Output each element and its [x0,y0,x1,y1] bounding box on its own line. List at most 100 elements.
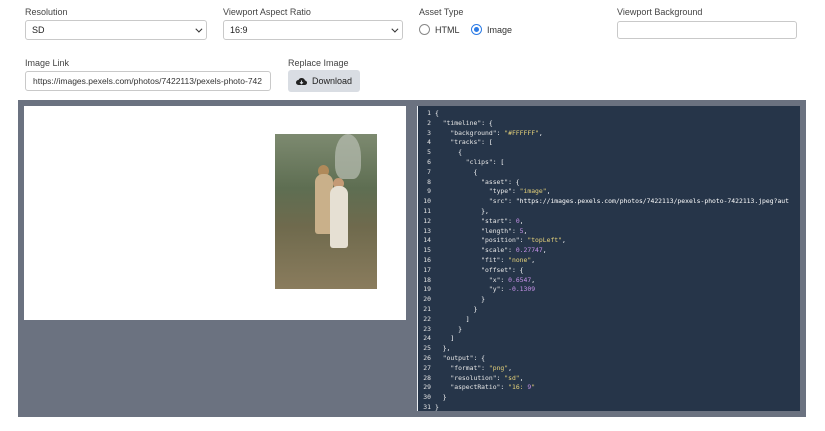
code-line: 28 "resolution": "sd", [418,374,800,384]
code-line: 9 "type": "image", [418,187,800,197]
line-number: 15 [423,246,431,255]
line-number: 5 [427,148,431,157]
code-text: "start": 0, [481,216,524,225]
code-text: "timeline": { [442,118,493,127]
resolution-value: SD [32,25,45,35]
code-line: 24 ] [418,334,800,344]
line-number: 20 [423,295,431,304]
code-text: "format": "png", [450,363,512,372]
code-text: "x": 0.6547, [488,275,536,284]
code-line: 18 "x": 0.6547, [418,276,800,286]
code-text: } [435,304,478,313]
code-line: 23 } [418,325,800,335]
code-line: 20 } [418,295,800,305]
line-number: 2 [427,118,431,127]
code-text: { [435,148,462,157]
code-line: 29 "aspectRatio": "16: 9" [418,383,800,393]
line-number: 3 [427,128,431,137]
code-text: ] [435,314,470,323]
radio-html[interactable]: HTML [419,24,460,35]
viewport-background-input[interactable] [617,21,797,39]
line-number: 27 [423,363,431,372]
line-number: 24 [423,334,431,343]
viewport-background-label: Viewport Background [617,7,703,17]
code-text: "resolution": "sd", [450,373,524,382]
line-number: 4 [427,138,431,147]
line-number: 7 [427,167,431,176]
line-number: 17 [423,265,431,274]
preview-image[interactable] [275,134,377,289]
code-text: "offset": { [481,265,524,274]
radio-html-circle[interactable] [419,24,430,35]
line-number: 10 [423,197,431,206]
code-line: 19 "y": -0.1309 [418,285,800,295]
code-line: 17 "offset": { [418,266,800,276]
code-line: 26 "output": { [418,354,800,364]
code-text: "output": { [442,353,486,362]
line-number: 30 [423,393,431,402]
code-text: "type": "image", [488,187,551,196]
code-line: 11 }, [418,207,800,217]
line-number: 11 [423,206,431,215]
radio-html-label: HTML [435,24,460,35]
code-line: 21 } [418,305,800,315]
line-number: 8 [427,177,431,186]
resolution-select[interactable]: SD [25,20,207,40]
code-text: "tracks": [ [450,138,493,147]
json-editor[interactable]: 1{2 "timeline": {3 "background": "#FFFFF… [417,106,800,411]
code-line: 30 } [418,393,800,403]
code-text: } [435,324,462,333]
aspect-value: 16:9 [230,25,248,35]
cloud-download-icon [296,77,307,85]
code-line: 22 ] [418,315,800,325]
code-line: 2 "timeline": { [418,119,800,129]
photo-tree [335,134,361,179]
line-number: 23 [423,324,431,333]
code-text: } [435,393,447,402]
code-line: 10 "src": "https://images.pexels.com/pho… [418,197,800,207]
radio-image-circle[interactable] [471,24,482,35]
radio-image[interactable]: Image [471,24,512,35]
line-number: 29 [423,383,431,392]
code-line: 31} [418,403,800,411]
code-text: { [435,109,439,117]
code-line: 7 { [418,168,800,178]
line-number: 6 [427,157,431,166]
image-link-label: Image Link [25,58,70,68]
line-number: 21 [423,304,431,313]
code-text: "asset": { [481,177,520,186]
download-button-label: Download [312,76,353,86]
code-text: "length": 5, [481,226,528,235]
line-number: 1 [427,109,431,117]
line-number: 31 [423,402,431,411]
line-number: 25 [423,344,431,353]
code-text: "src": "https://images.pexels.com/photos… [488,197,789,206]
line-number: 12 [423,216,431,225]
line-number: 28 [423,373,431,382]
line-number: 18 [423,275,431,284]
aspect-select[interactable]: 16:9 [223,20,403,40]
chevron-down-icon [391,25,399,33]
photo-child-body [330,186,348,248]
code-line: 1{ [418,109,800,119]
code-text: }, [435,344,451,353]
aspect-label: Viewport Aspect Ratio [223,7,311,17]
line-number: 14 [423,236,431,245]
code-line: 27 "format": "png", [418,364,800,374]
code-line: 15 "scale": 0.27747, [418,246,800,256]
chevron-down-icon [195,25,203,33]
code-text: { [435,167,478,176]
code-line: 5 { [418,148,800,158]
code-text: "background": "#FFFFFF", [450,128,543,137]
code-line: 6 "clips": [ [418,158,800,168]
image-link-input[interactable]: https://images.pexels.com/photos/7422113… [25,71,271,91]
code-text: "y": -0.1309 [488,285,536,294]
code-line: 13 "length": 5, [418,227,800,237]
line-number: 13 [423,226,431,235]
code-text: "position": "topLeft", [481,236,566,245]
code-text: ] [435,334,455,343]
line-number: 9 [427,187,431,196]
code-line: 3 "background": "#FFFFFF", [418,129,800,139]
download-button[interactable]: Download [288,70,361,92]
resolution-label: Resolution [25,7,68,17]
